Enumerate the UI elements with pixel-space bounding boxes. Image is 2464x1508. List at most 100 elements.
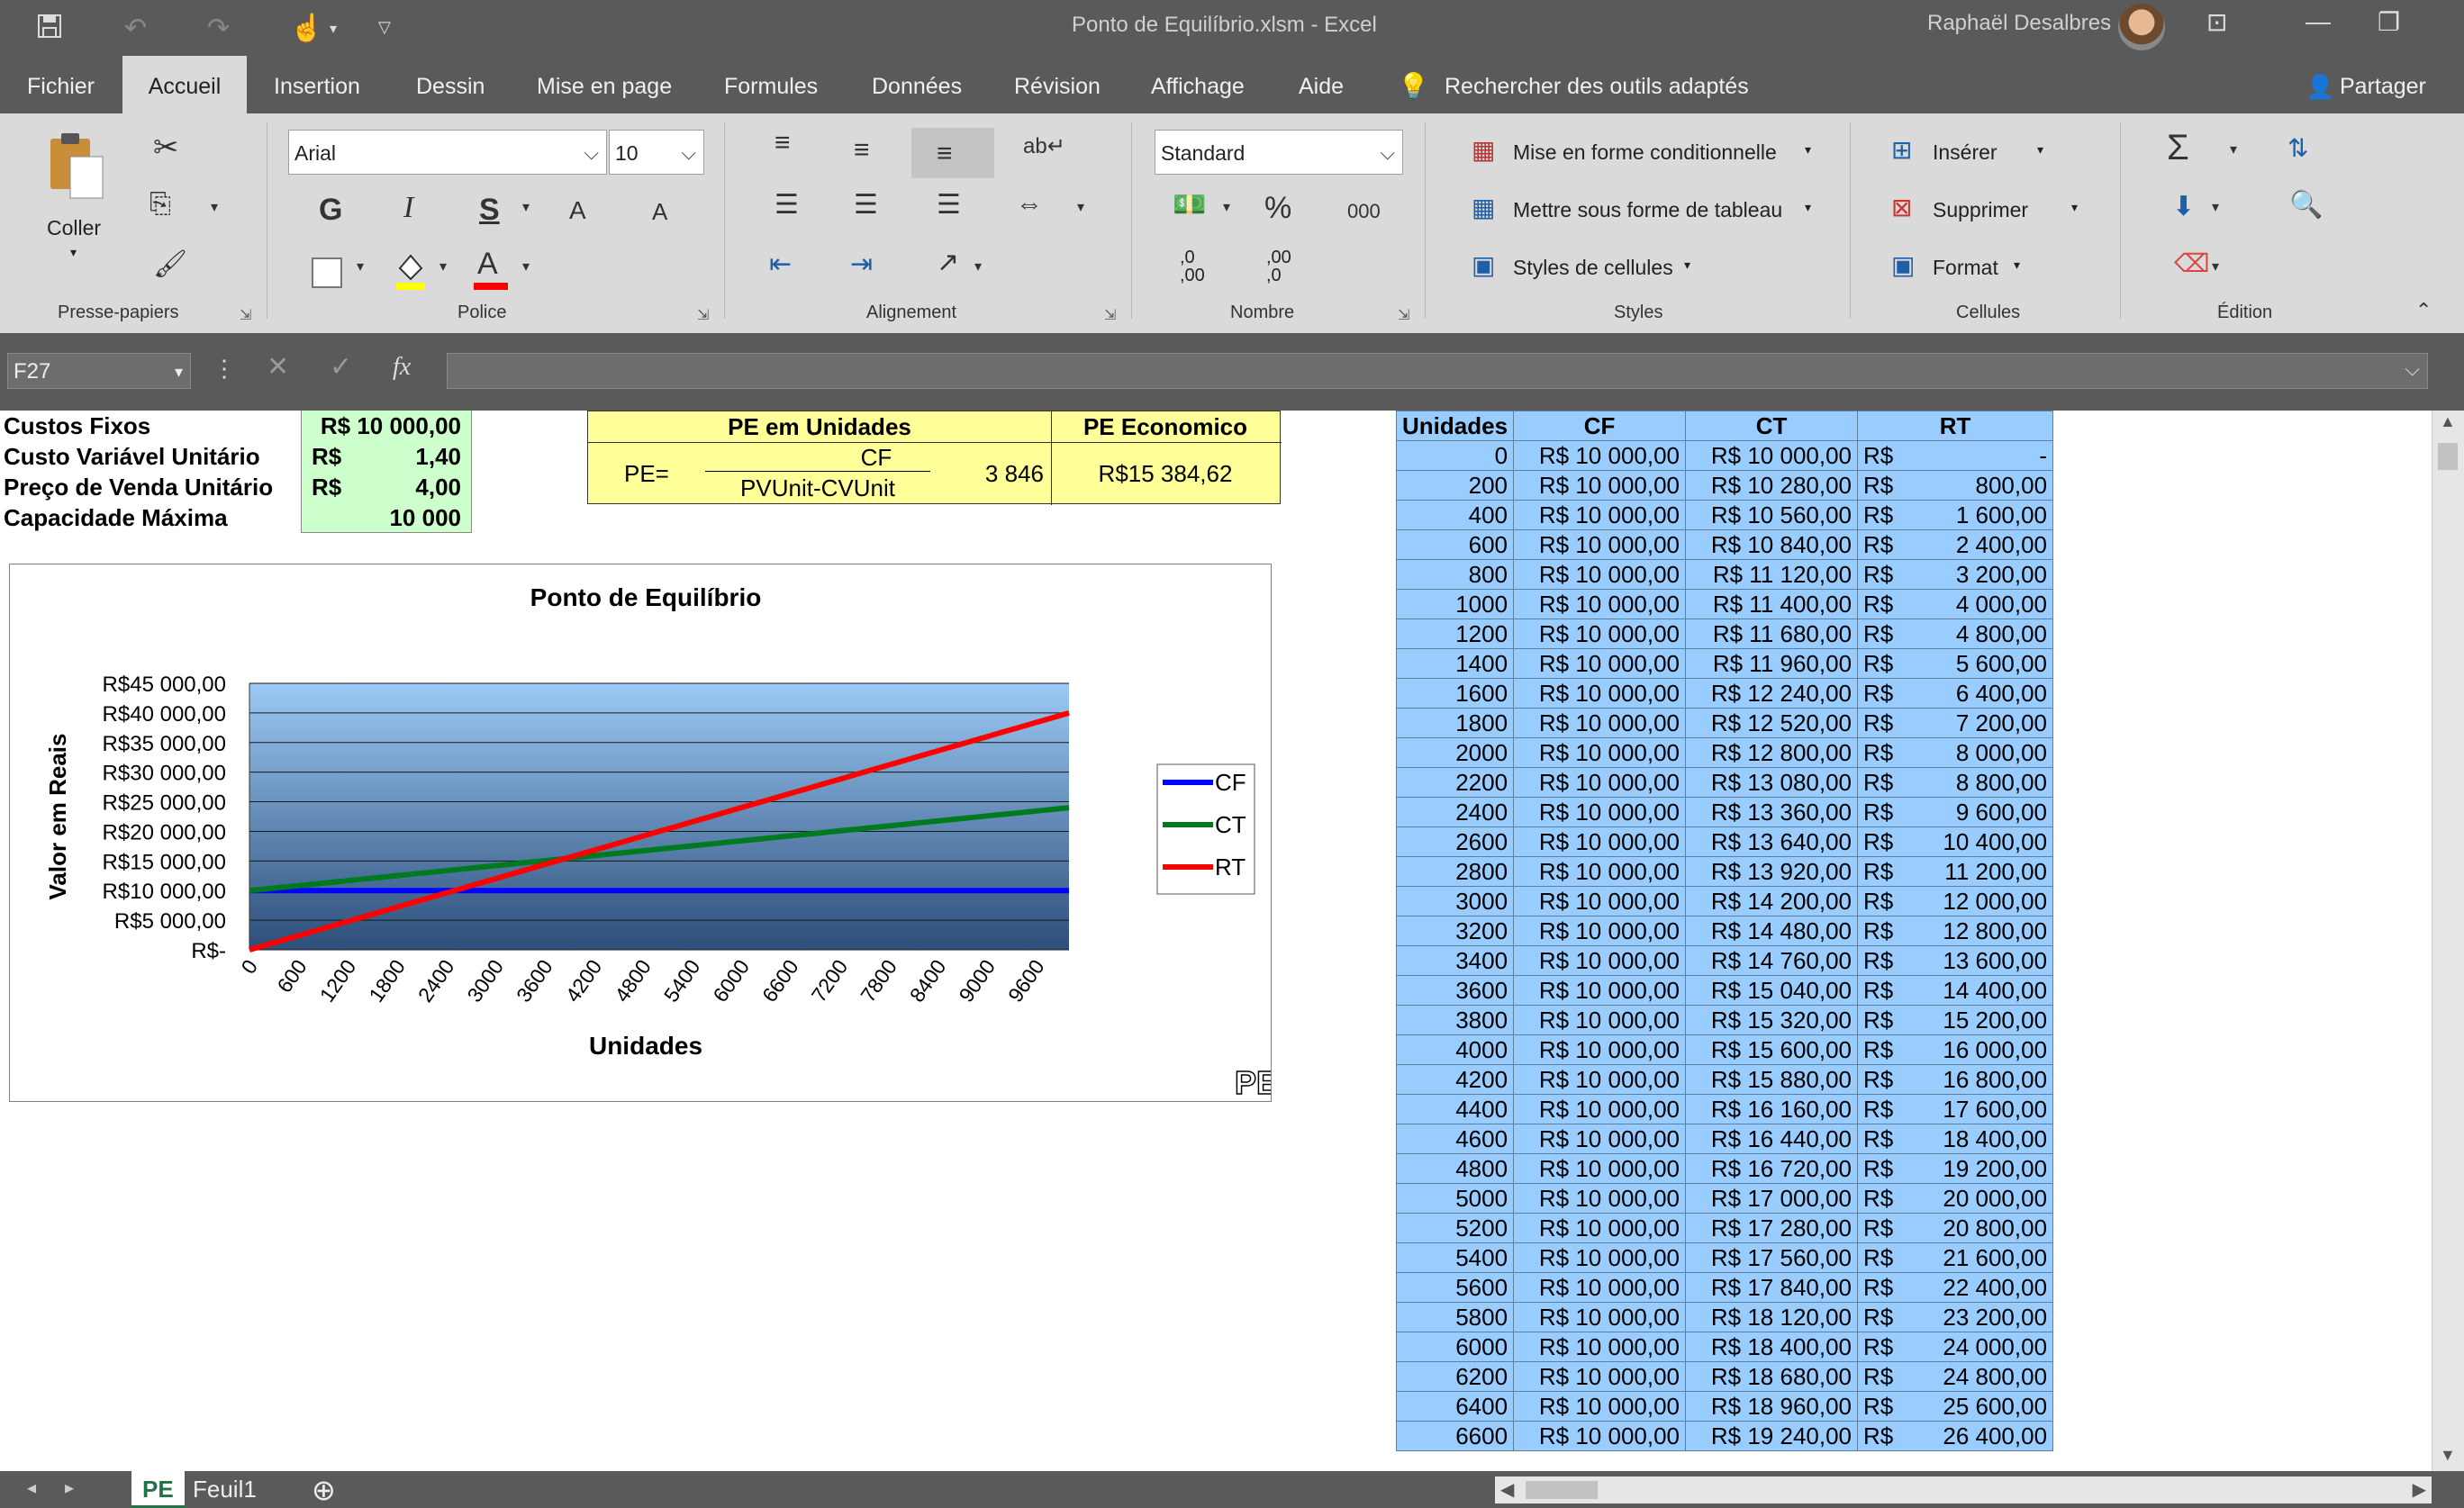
align-top-icon[interactable]: ≡ xyxy=(775,128,791,158)
redo-icon[interactable]: ↷ xyxy=(207,13,230,44)
vertical-scrollbar[interactable]: ▲ ▼ xyxy=(2432,411,2464,1471)
cell-ct[interactable]: R$ 17 000,00 xyxy=(1685,1183,1859,1214)
tab-formules[interactable]: Formules xyxy=(720,56,821,113)
cell-rt-value[interactable]: 24 800,00 xyxy=(1906,1361,2054,1392)
horizontal-scrollbar[interactable]: ◀ ▶ xyxy=(1495,1476,2432,1503)
align-right-icon[interactable]: ☰ xyxy=(937,189,961,221)
cell-ct[interactable]: R$ 15 880,00 xyxy=(1685,1064,1859,1095)
chevron-down-icon[interactable]: ▾ xyxy=(2037,142,2043,158)
paste-button[interactable]: Coller xyxy=(47,216,101,240)
cell-unidades[interactable]: 2400 xyxy=(1395,797,1515,827)
align-middle-icon[interactable]: ≡ xyxy=(854,135,870,166)
cell-cf[interactable]: R$ 10 000,00 xyxy=(1513,1124,1687,1154)
chevron-down-icon[interactable]: ▾ xyxy=(211,198,218,216)
value-preco-venda[interactable]: 4,00 xyxy=(360,472,461,502)
cell-cf[interactable]: R$ 10 000,00 xyxy=(1513,1272,1687,1303)
cell-ct[interactable]: R$ 11 120,00 xyxy=(1685,559,1859,590)
cell-rt-value[interactable]: 26 400,00 xyxy=(1906,1421,2054,1451)
cell-rt-value[interactable]: 23 200,00 xyxy=(1906,1302,2054,1332)
autosum-icon[interactable]: Σ xyxy=(2167,128,2189,168)
cell-rt-currency[interactable]: R$ xyxy=(1857,1302,1907,1332)
label-custo-variavel[interactable]: Custo Variável Unitário xyxy=(4,441,260,472)
cell-cf[interactable]: R$ 10 000,00 xyxy=(1513,1034,1687,1065)
search-tools[interactable]: Rechercher des outils adaptés xyxy=(1441,56,1753,113)
cell-unidades[interactable]: 4000 xyxy=(1395,1034,1515,1065)
cell-ct[interactable]: R$ 14 760,00 xyxy=(1685,945,1859,976)
cell-unidades[interactable]: 5400 xyxy=(1395,1242,1515,1273)
cell-unidades[interactable]: 5000 xyxy=(1395,1183,1515,1214)
thousands-button[interactable]: 000 xyxy=(1347,200,1381,223)
cell-unidades[interactable]: 1600 xyxy=(1395,678,1515,709)
sort-filter-icon[interactable]: ⇅ xyxy=(2287,133,2308,163)
value-capacidade[interactable]: 10 000 xyxy=(360,502,461,533)
cell-styles-button[interactable]: Styles de cellules xyxy=(1513,256,1673,280)
cell-ct[interactable]: R$ 10 840,00 xyxy=(1685,529,1859,560)
cell-cf[interactable]: R$ 10 000,00 xyxy=(1513,500,1687,530)
cell-rt-currency[interactable]: R$ xyxy=(1857,1064,1907,1095)
expand-formula-icon[interactable]: ⌵ xyxy=(2405,357,2420,381)
cell-cf[interactable]: R$ 10 000,00 xyxy=(1513,1302,1687,1332)
cell-cf[interactable]: R$ 10 000,00 xyxy=(1513,1005,1687,1035)
format-as-table-button[interactable]: Mettre sous forme de tableau xyxy=(1513,198,1782,222)
scroll-up-icon[interactable]: ▲ xyxy=(2440,412,2456,431)
cell-ct[interactable]: R$ 16 160,00 xyxy=(1685,1094,1859,1124)
dialog-launcher-icon[interactable]: ⇲ xyxy=(1398,306,1409,324)
cell-ct[interactable]: R$ 13 080,00 xyxy=(1685,767,1859,798)
column-header-rt[interactable]: RT xyxy=(1857,411,2054,441)
cell-unidades[interactable]: 2600 xyxy=(1395,826,1515,857)
cell-cf[interactable]: R$ 10 000,00 xyxy=(1513,559,1687,590)
cell-ct[interactable]: R$ 18 680,00 xyxy=(1685,1361,1859,1392)
cell-ct[interactable]: R$ 11 400,00 xyxy=(1685,589,1859,619)
cell-ct[interactable]: R$ 13 360,00 xyxy=(1685,797,1859,827)
conditional-formatting-button[interactable]: Mise en forme conditionnelle xyxy=(1513,140,1777,165)
align-left-icon[interactable]: ☰ xyxy=(775,189,799,221)
cell-rt-currency[interactable]: R$ xyxy=(1857,975,1907,1006)
cell-ct[interactable]: R$ 19 240,00 xyxy=(1685,1421,1859,1451)
cell-unidades[interactable]: 400 xyxy=(1395,500,1515,530)
tab-donnees[interactable]: Données xyxy=(868,56,965,113)
cell-ct[interactable]: R$ 18 120,00 xyxy=(1685,1302,1859,1332)
cell-unidades[interactable]: 3000 xyxy=(1395,886,1515,917)
cell-cf[interactable]: R$ 10 000,00 xyxy=(1513,767,1687,798)
underline-button[interactable]: S xyxy=(479,193,500,228)
cell-rt-currency[interactable]: R$ xyxy=(1857,1005,1907,1035)
insert-button[interactable]: Insérer xyxy=(1933,140,1997,165)
cell-cf[interactable]: R$ 10 000,00 xyxy=(1513,529,1687,560)
undo-icon[interactable]: ↶ xyxy=(124,13,147,44)
bold-button[interactable]: G xyxy=(319,193,342,228)
cell-rt-currency[interactable]: R$ xyxy=(1857,945,1907,976)
cell-cf[interactable]: R$ 10 000,00 xyxy=(1513,737,1687,768)
worksheet[interactable]: Custos Fixos R$ 10 000,00 Custo Variável… xyxy=(0,411,2432,1471)
cell-rt-currency[interactable]: R$ xyxy=(1857,529,1907,560)
cell-unidades[interactable]: 2000 xyxy=(1395,737,1515,768)
cell-cf[interactable]: R$ 10 000,00 xyxy=(1513,975,1687,1006)
cell-cf[interactable]: R$ 10 000,00 xyxy=(1513,440,1687,471)
chevron-down-icon[interactable]: ▾ xyxy=(2014,257,2020,273)
pe-units-value[interactable]: 3 846 xyxy=(930,458,1044,489)
cell-rt-currency[interactable]: R$ xyxy=(1857,856,1907,887)
cell-rt-currency[interactable]: R$ xyxy=(1857,648,1907,679)
merge-center-icon[interactable]: ⇔ xyxy=(1016,189,1043,220)
cell-rt-currency[interactable]: R$ xyxy=(1857,589,1907,619)
paste-icon[interactable] xyxy=(45,130,108,202)
cell-rt-currency[interactable]: R$ xyxy=(1857,1391,1907,1422)
value-custos-fixos[interactable]: R$ 10 000,00 xyxy=(312,411,461,441)
cell-unidades[interactable]: 5600 xyxy=(1395,1272,1515,1303)
cell-unidades[interactable]: 6400 xyxy=(1395,1391,1515,1422)
value-custo-variavel[interactable]: 1,40 xyxy=(360,441,461,472)
cell-ct[interactable]: R$ 13 640,00 xyxy=(1685,826,1859,857)
cell-ct[interactable]: R$ 18 400,00 xyxy=(1685,1332,1859,1362)
cell-cf[interactable]: R$ 10 000,00 xyxy=(1513,1361,1687,1392)
cell-rt-value[interactable]: 6 400,00 xyxy=(1906,678,2054,709)
cell-ct[interactable]: R$ 12 800,00 xyxy=(1685,737,1859,768)
cell-rt-currency[interactable]: R$ xyxy=(1857,1272,1907,1303)
cell-unidades[interactable]: 3600 xyxy=(1395,975,1515,1006)
tab-mise-en-page[interactable]: Mise en page xyxy=(533,56,675,113)
cell-cf[interactable]: R$ 10 000,00 xyxy=(1513,1242,1687,1273)
cell-rt-currency[interactable]: R$ xyxy=(1857,678,1907,709)
chevron-down-icon[interactable]: ▾ xyxy=(1077,198,1084,216)
cell-rt-value[interactable]: 8 000,00 xyxy=(1906,737,2054,768)
decrease-indent-icon[interactable]: ⇤ xyxy=(769,248,792,280)
cell-ct[interactable]: R$ 10 560,00 xyxy=(1685,500,1859,530)
cancel-icon[interactable]: ✕ xyxy=(267,351,289,383)
